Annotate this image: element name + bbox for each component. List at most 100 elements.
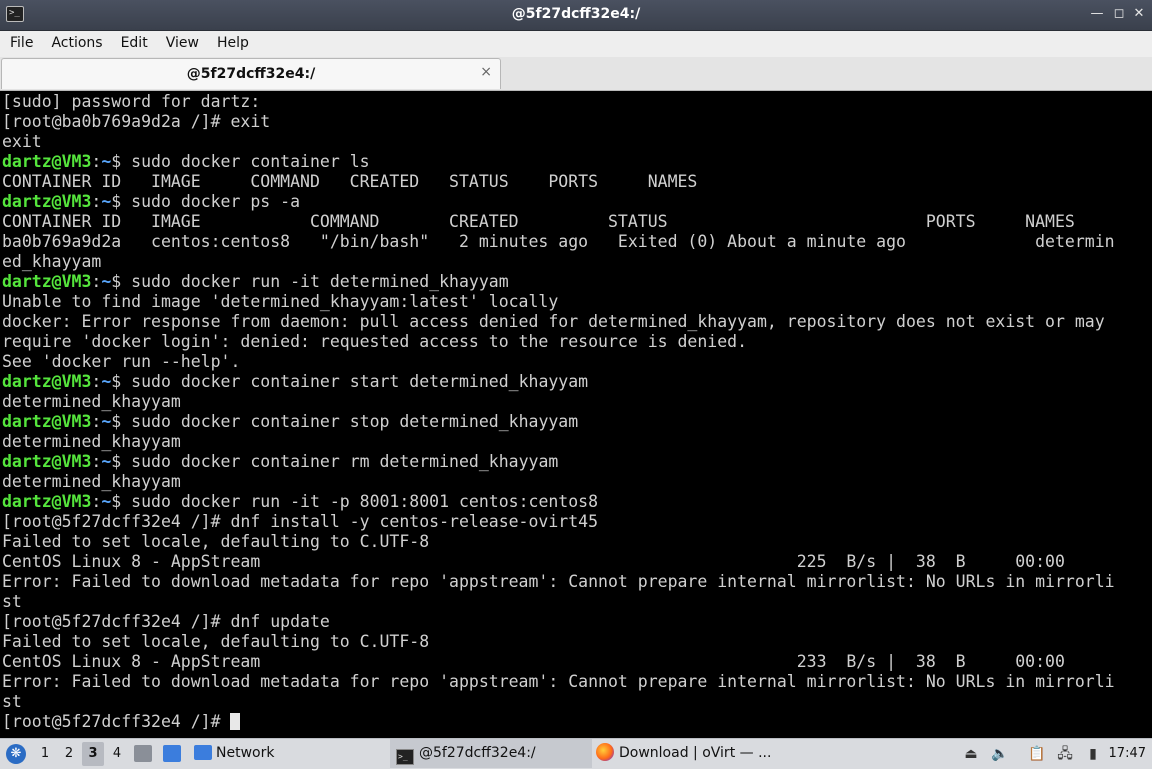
prompt-dir: ~: [101, 452, 112, 471]
menu-actions[interactable]: Actions: [42, 31, 111, 55]
terminal-line: [root@5f27dcff32e4 /]#: [2, 712, 1115, 732]
maximize-icon[interactable]: ◻: [1110, 5, 1128, 23]
prompt-user-host: dartz@VM3: [2, 272, 92, 291]
tab-bar: @5f27dcff32e4:/ ×: [0, 57, 1152, 91]
volume-icon[interactable]: 🔈: [991, 745, 1009, 763]
output-text: [sudo] password for dartz:: [2, 92, 261, 111]
terminal-line: dartz@VM3:~$ sudo docker run -it -p 8001…: [2, 492, 1115, 512]
terminal-area[interactable]: [sudo] password for dartz: [root@ba0b769a…: [0, 91, 1152, 738]
eject-icon[interactable]: ⏏: [962, 745, 980, 763]
command-text: sudo docker container start determined_k…: [131, 372, 589, 391]
terminal-line: st: [2, 592, 1115, 612]
prompt-symbol: $: [111, 492, 132, 511]
terminal-icon: >_: [396, 749, 414, 765]
workspace-2[interactable]: 2: [58, 739, 80, 769]
output-text: Error: Failed to download metadata for r…: [2, 672, 1115, 691]
output-text: require 'docker login': denied: requeste…: [2, 332, 748, 351]
command-text: sudo docker container stop determined_kh…: [131, 412, 579, 431]
terminal-line: dartz@VM3:~$ sudo docker run -it determi…: [2, 272, 1115, 292]
terminal-line: [root@5f27dcff32e4 /]# dnf install -y ce…: [2, 512, 1115, 532]
menu-edit[interactable]: Edit: [112, 31, 157, 55]
prompt-symbol: $: [111, 412, 132, 431]
clipboard-icon[interactable]: 📋: [1028, 745, 1046, 763]
prompt-user-host: dartz@VM3: [2, 152, 92, 171]
prompt-symbol: $: [111, 372, 132, 391]
workspace-1[interactable]: 1: [34, 739, 56, 769]
command-text: sudo docker container ls: [131, 152, 370, 171]
output-text: CentOS Linux 8 - AppStream 225 B/s | 38 …: [2, 552, 1065, 571]
prompt-dir: ~: [101, 492, 112, 511]
prompt-separator: :: [91, 152, 102, 171]
output-text: [root@5f27dcff32e4 /]# dnf update: [2, 612, 330, 631]
terminal-line: [root@5f27dcff32e4 /]# dnf update: [2, 612, 1115, 632]
prompt-symbol: $: [111, 192, 132, 211]
prompt-user-host: dartz@VM3: [2, 192, 92, 211]
terminal-line: [root@ba0b769a9d2a /]# exit: [2, 112, 1115, 132]
window-titlebar: >_ @5f27dcff32e4:/ — ◻ ✕: [0, 0, 1152, 31]
command-text: sudo docker ps -a: [131, 192, 301, 211]
terminal-line: [sudo] password for dartz:: [2, 92, 1115, 112]
taskbar: ❋ 1 2 3 4 Network >_ @5f27dcff32e4:/ Down…: [0, 738, 1152, 769]
terminal-output: [sudo] password for dartz: [root@ba0b769a…: [2, 92, 1115, 732]
network-status-icon[interactable]: 🖧: [1056, 745, 1074, 763]
clock[interactable]: 17:47: [1109, 739, 1146, 768]
terminal-line: dartz@VM3:~$ sudo docker container rm de…: [2, 452, 1115, 472]
prompt-dir: ~: [101, 272, 112, 291]
task-terminal[interactable]: >_ @5f27dcff32e4:/: [390, 739, 592, 768]
command-text: sudo docker run -it determined_khayyam: [131, 272, 509, 291]
command-text: sudo docker container rm determined_khay…: [131, 452, 559, 471]
workspace-4[interactable]: 4: [106, 739, 128, 769]
prompt-separator: :: [91, 492, 102, 511]
output-text: [root@5f27dcff32e4 /]#: [2, 712, 231, 731]
terminal-tab[interactable]: @5f27dcff32e4:/ ×: [1, 58, 501, 89]
terminal-line: exit: [2, 132, 1115, 152]
terminal-line: Failed to set locale, defaulting to C.UT…: [2, 532, 1115, 552]
terminal-line: require 'docker login': denied: requeste…: [2, 332, 1115, 352]
output-text: determined_khayyam: [2, 432, 181, 451]
terminal-line: determined_khayyam: [2, 472, 1115, 492]
file-manager-icon[interactable]: [163, 745, 181, 762]
network-folder-button[interactable]: Network: [194, 739, 274, 769]
tab-close-icon[interactable]: ×: [480, 64, 492, 80]
network-label: Network: [216, 745, 275, 761]
menu-file[interactable]: File: [0, 31, 42, 55]
prompt-user-host: dartz@VM3: [2, 492, 92, 511]
minimize-icon[interactable]: —: [1088, 5, 1106, 23]
terminal-line: ed_khayyam: [2, 252, 1115, 272]
output-text: ba0b769a9d2a centos:centos8 "/bin/bash" …: [2, 232, 1115, 251]
prompt-symbol: $: [111, 272, 132, 291]
prompt-separator: :: [91, 272, 102, 291]
menu-help[interactable]: Help: [208, 31, 258, 55]
terminal-line: determined_khayyam: [2, 432, 1115, 452]
output-text: CentOS Linux 8 - AppStream 233 B/s | 38 …: [2, 652, 1065, 671]
menubar: File Actions Edit View Help: [0, 31, 1152, 58]
prompt-symbol: $: [111, 152, 132, 171]
show-desktop-icon[interactable]: [134, 745, 152, 762]
output-text: exit: [2, 132, 42, 151]
terminal-line: Error: Failed to download metadata for r…: [2, 672, 1115, 692]
prompt-user-host: dartz@VM3: [2, 452, 92, 471]
prompt-dir: ~: [101, 372, 112, 391]
output-text: determined_khayyam: [2, 472, 181, 491]
terminal-line: st: [2, 692, 1115, 712]
workspace-3[interactable]: 3: [82, 742, 104, 766]
terminal-line: Unable to find image 'determined_khayyam…: [2, 292, 1115, 312]
close-icon[interactable]: ✕: [1130, 5, 1148, 23]
prompt-separator: :: [91, 372, 102, 391]
prompt-separator: :: [91, 412, 102, 431]
battery-icon[interactable]: ▮: [1084, 745, 1102, 763]
start-menu-icon[interactable]: ❋: [6, 744, 26, 764]
menu-view[interactable]: View: [157, 31, 208, 55]
terminal-line: CONTAINER ID IMAGE COMMAND CREATED STATU…: [2, 172, 1115, 192]
terminal-line: dartz@VM3:~$ sudo docker container start…: [2, 372, 1115, 392]
output-text: st: [2, 692, 22, 711]
output-text: Failed to set locale, defaulting to C.UT…: [2, 632, 430, 651]
task-terminal-label: @5f27dcff32e4:/: [419, 745, 536, 761]
terminal-line: ba0b769a9d2a centos:centos8 "/bin/bash" …: [2, 232, 1115, 252]
terminal-line: Failed to set locale, defaulting to C.UT…: [2, 632, 1115, 652]
task-firefox[interactable]: Download | oVirt — ...: [594, 739, 792, 768]
output-text: ed_khayyam: [2, 252, 102, 271]
window-title: @5f27dcff32e4:/: [511, 6, 641, 22]
output-text: CONTAINER ID IMAGE COMMAND CREATED STATU…: [2, 212, 1075, 231]
output-text: Failed to set locale, defaulting to C.UT…: [2, 532, 430, 551]
